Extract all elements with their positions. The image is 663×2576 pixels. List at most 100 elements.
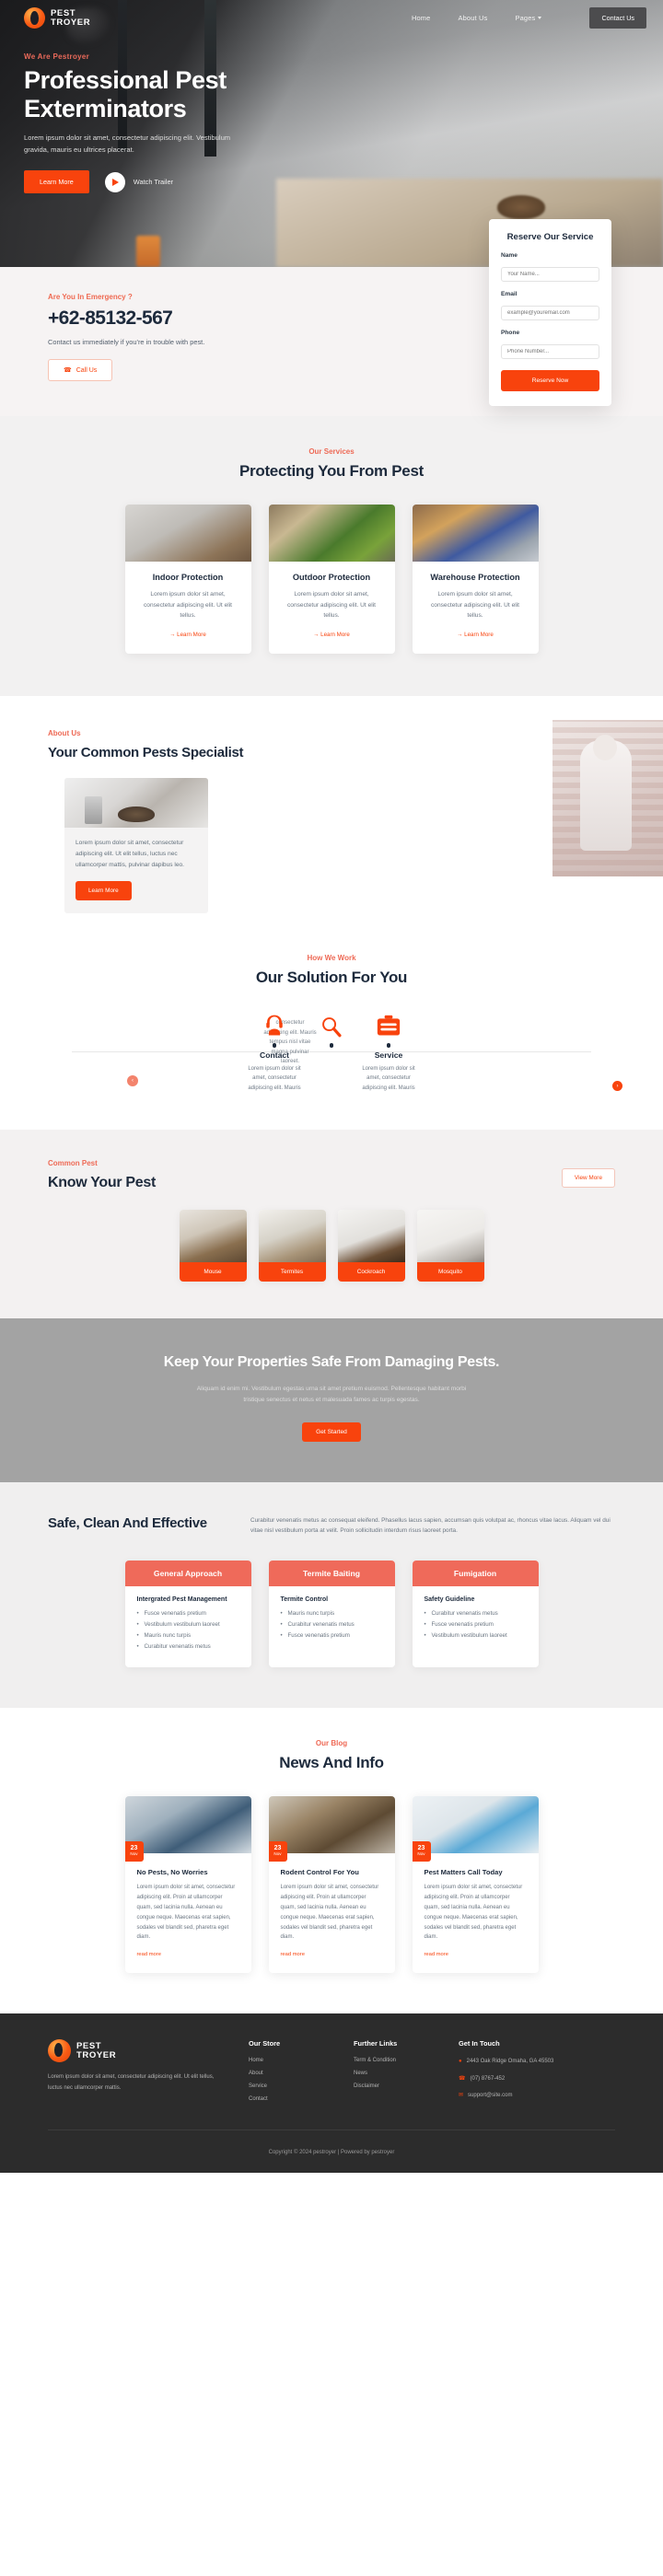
service-name: Outdoor Protection [292, 573, 371, 582]
view-more-button[interactable]: View More [561, 1168, 615, 1189]
footer-link-contact[interactable]: Contact [249, 2096, 328, 2102]
solution-step-name: Contact [260, 1050, 289, 1060]
footer-contact-address-text: 2443 Oak Ridge Omaha, GA 45503 [466, 2059, 554, 2065]
hero-paragraph: Lorem ipsum dolor sit amet, consectetur … [24, 133, 231, 154]
contact-us-button[interactable]: Contact Us [589, 7, 646, 29]
service-card[interactable]: Outdoor Protection Lorem ipsum dolor sit… [268, 505, 395, 654]
reserve-now-button[interactable]: Reserve Now [501, 370, 599, 391]
cta-subtitle: Aliquam id enim mi. Vestibulum egestas u… [196, 1386, 467, 1404]
site-footer: PEST TROYER Lorem ipsum dolor sit amet, … [0, 2013, 663, 2174]
pest-card[interactable]: Cockroach [337, 1210, 405, 1282]
pest-label: Mouse [179, 1262, 247, 1282]
play-icon[interactable] [104, 171, 125, 192]
safe-clean-section: Safe, Clean And Effective Curabitur vene… [0, 1481, 663, 1709]
blog-post-title: No Pests, No Worries [136, 1868, 208, 1877]
service-learn-more-link[interactable]: → Learn More [457, 632, 494, 638]
footer-copyright: Copyright © 2024 pestroyer | Powered by … [268, 2150, 395, 2156]
pest-card[interactable]: Termites [258, 1210, 326, 1282]
call-us-button[interactable]: ☎ Call Us [48, 359, 113, 381]
reserve-form-title: Reserve Our Service [506, 232, 594, 242]
nav-item-about-us[interactable]: About Us [458, 14, 487, 22]
blog-card[interactable]: 23 Nov No Pests, No Worries Lorem ipsum … [124, 1796, 251, 1974]
footer-contact-address: ● 2443 Oak Ridge Omaha, GA 45503 [459, 2058, 553, 2067]
pest-label: Mosquito [416, 1262, 484, 1282]
pest-image-cockroach [337, 1210, 405, 1263]
carousel-prev-button[interactable]: ‹ [127, 1075, 138, 1087]
service-learn-more-link[interactable]: → Learn More [313, 632, 350, 638]
footer-link-term-condition[interactable]: Term & Condition [354, 2058, 433, 2063]
service-card[interactable]: Indoor Protection Lorem ipsum dolor sit … [124, 505, 251, 654]
service-name: Indoor Protection [152, 573, 224, 582]
blog-date-day: 23 [273, 1845, 282, 1852]
email-field-label: Email [501, 291, 518, 297]
blog-read-more-link[interactable]: read more [425, 1952, 448, 1957]
about-card-image [64, 777, 208, 828]
watch-trailer-control[interactable]: Watch Trailer [104, 171, 173, 192]
site-logo[interactable]: PEST TROYER [24, 7, 90, 29]
footer-link-disclaimer[interactable]: Disclaimer [354, 2083, 433, 2089]
blog-card-list: 23 Nov No Pests, No Worries Lorem ipsum … [0, 1796, 663, 1974]
footer-link-home[interactable]: Home [249, 2058, 328, 2063]
blog-date-day: 23 [130, 1845, 138, 1852]
magnifier-icon [303, 1009, 360, 1039]
footer-column-further-links: Further Links Term & Condition News Disc… [354, 2039, 433, 2109]
phone-input[interactable] [501, 344, 599, 359]
cta-title: Keep Your Properties Safe From Damaging … [163, 1354, 500, 1371]
footer-link-service[interactable]: Service [249, 2083, 328, 2089]
safe-card-list: General Approach Intergrated Pest Manage… [0, 1561, 663, 1668]
footer-logo[interactable]: PEST TROYER [48, 2039, 223, 2063]
blog-card[interactable]: 23 Nov Rodent Control For You Lorem ipsu… [268, 1796, 395, 1974]
blog-post-text: Lorem ipsum dolor sit amet, consectetur … [424, 1885, 523, 1941]
services-section: Our Services Protecting You From Pest In… [0, 416, 663, 696]
hero-learn-more-button[interactable]: Learn More [24, 170, 89, 194]
pest-label: Termites [258, 1262, 326, 1282]
footer-link-about[interactable]: About [249, 2071, 328, 2076]
footer-contact-email[interactable]: ✉ support@site.com [459, 2092, 553, 2101]
safe-list-item: Vestibulum vestibulum laoreet [425, 1632, 527, 1639]
emergency-eyebrow: Are You In Emergency ? [48, 293, 133, 301]
service-card[interactable]: Warehouse Protection Lorem ipsum dolor s… [412, 505, 539, 654]
blog-read-more-link[interactable]: read more [137, 1952, 161, 1957]
about-learn-more-button[interactable]: Learn More [76, 881, 132, 901]
about-card-text: Lorem ipsum dolor sit amet, consectetur … [76, 839, 185, 868]
about-image-shape-rat [118, 806, 155, 822]
pest-card[interactable]: Mouse [179, 1210, 247, 1282]
service-description: Lorem ipsum dolor sit amet, consectetur … [430, 591, 520, 620]
footer-contact-phone[interactable]: ☎ (07) 8767-452 [459, 2075, 553, 2084]
service-learn-more-link[interactable]: → Learn More [169, 632, 206, 638]
services-card-list: Indoor Protection Lorem ipsum dolor sit … [0, 505, 663, 654]
pest-card[interactable]: Mosquito [416, 1210, 484, 1282]
step-marker-dot [272, 1043, 277, 1048]
solution-step-name: Service [374, 1050, 403, 1060]
blog-date-badge: 23 Nov [268, 1841, 287, 1862]
safe-card-heading: Termite Baiting [268, 1561, 395, 1587]
pests-title: Know Your Pest [48, 1175, 157, 1191]
safe-list-item: Mauris nunc turpis [137, 1632, 239, 1639]
solution-steps: consectetur adipiscing elit. Mauris temp… [0, 1009, 663, 1093]
phone-field-label: Phone [501, 330, 520, 336]
cta-banner-section: Keep Your Properties Safe From Damaging … [0, 1318, 663, 1482]
email-input[interactable] [501, 306, 599, 320]
blog-read-more-link[interactable]: read more [281, 1952, 305, 1957]
name-field-label: Name [501, 252, 518, 259]
nav-item-home[interactable]: Home [412, 14, 431, 22]
safe-card-list-items: Fusce venenatis pretium Vestibulum vesti… [137, 1610, 239, 1650]
emergency-copy: Are You In Emergency ? +62-85132-567 Con… [0, 293, 295, 381]
blog-date-badge: 23 Nov [412, 1841, 431, 1862]
logo-line-2: TROYER [51, 17, 91, 28]
solution-title: Our Solution For You [255, 969, 408, 987]
pests-card-list: Mouse Termites Cockroach Mosquito [0, 1210, 663, 1282]
hero-title: Professional Pest Exterminators [24, 66, 227, 122]
solution-step-desc: Lorem ipsum dolor sit amet, consectetur … [248, 1065, 301, 1091]
blog-card[interactable]: 23 Nov Pest Matters Call Today Lorem ips… [412, 1796, 539, 1974]
carousel-next-button[interactable]: › [612, 1081, 622, 1092]
service-image-outdoor [268, 505, 395, 562]
footer-column-heading: Our Store [249, 2039, 281, 2048]
footer-link-news[interactable]: News [354, 2071, 433, 2076]
blog-date-month: Nov [417, 1851, 425, 1857]
solution-eyebrow: How We Work [307, 954, 356, 963]
get-started-button[interactable]: Get Started [302, 1421, 361, 1442]
name-input[interactable] [501, 267, 599, 282]
nav-item-pages[interactable]: Pages [515, 14, 542, 22]
blog-date-month: Nov [273, 1851, 282, 1857]
